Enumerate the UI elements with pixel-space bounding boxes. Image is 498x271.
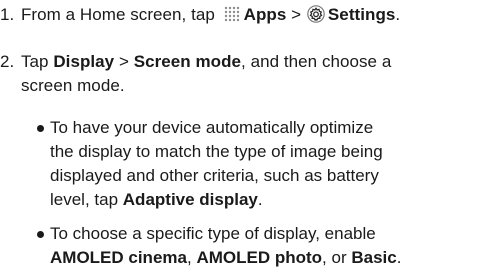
step-2-line-1: Tap Display > Screen mode, and then choo… [21,50,391,74]
bullet-2-line-2: AMOLED cinema, AMOLED photo, or Basic. [50,246,401,270]
bullet-1-line-2: the display to match the type of image b… [50,142,383,161]
step-2-number: 2. [0,52,15,71]
step-1-text: From a Home screen, tap Apps > Settings. [21,3,400,27]
instructions-document: 1. From a Home screen, tap Apps > Settin… [0,0,498,271]
bullet-dot [37,231,44,238]
settings-gear-icon [307,5,325,23]
basic-label: Basic [351,248,397,267]
step-1-separator: > [291,5,302,24]
bullet-1-line-3: displayed and other criteria, such as ba… [50,166,379,185]
bullet-1-line-4-prefix: level, tap [50,190,119,209]
amoled-cinema-label: AMOLED cinema [50,248,187,267]
apps-label: Apps [243,5,287,24]
bullet-2-comma: , [186,248,192,267]
bullet-1-line-4: level, tap Adaptive display. [50,188,383,212]
bullet-1-line-4-suffix: . [257,190,263,209]
bullet-2-end: . [396,248,402,267]
bullet-1-text: To have your device automatically optimi… [50,116,383,212]
apps-grid-icon [222,5,242,23]
bullet-dot [37,125,44,132]
settings-label: Settings [327,5,396,24]
step-2-text: Tap Display > Screen mode, and then choo… [21,50,391,98]
display-label: Display [53,52,115,71]
bullet-2-line-1: To choose a specific type of display, en… [50,224,376,243]
step-1-suffix: . [395,5,401,24]
bullet-1-line-1: To have your device automatically optimi… [50,118,374,137]
adaptive-display-label: Adaptive display [122,190,258,209]
bullet-2-text: To choose a specific type of display, en… [50,222,401,270]
step-2-separator: > [118,52,129,71]
step-1-number: 1. [0,5,15,24]
step-1-prefix: From a Home screen, tap [21,5,215,24]
step-2-after: , and then choose a [241,52,392,71]
amoled-photo-label: AMOLED photo [196,248,323,267]
bullet-2-or: , or [322,248,347,267]
screen-mode-label: Screen mode [133,52,242,71]
step-2-tap: Tap [21,52,49,71]
step-2-line-2: screen mode. [21,76,125,95]
